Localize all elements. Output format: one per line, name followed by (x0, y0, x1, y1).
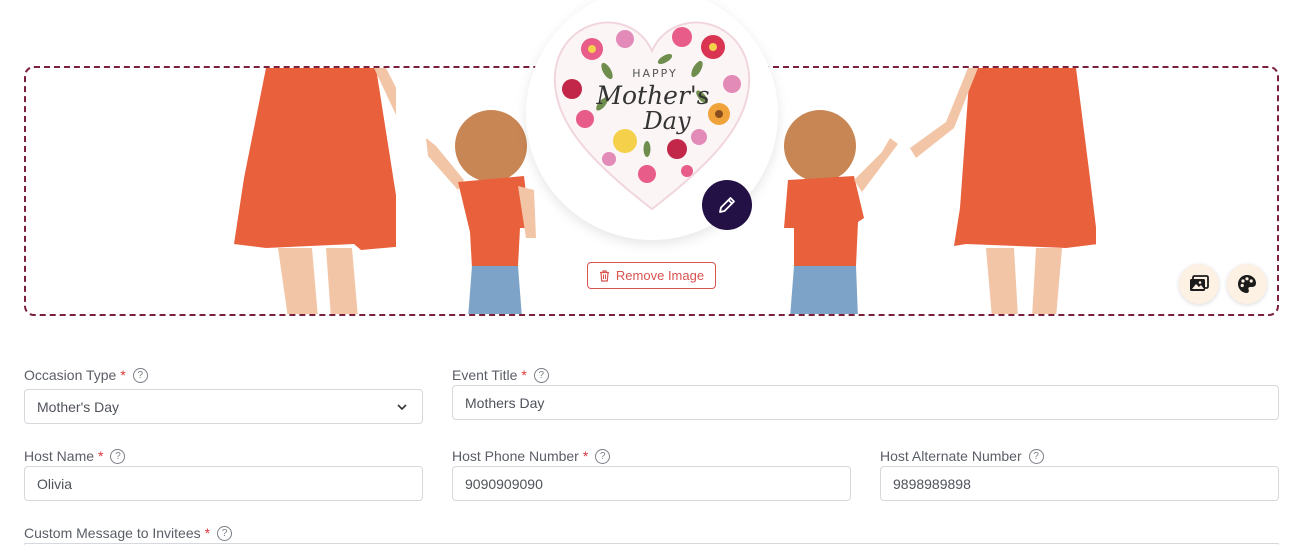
host-alternate-value: 9898989898 (893, 475, 971, 492)
remove-image-button[interactable]: Remove Image (587, 262, 716, 289)
required-marker: * (582, 448, 589, 464)
help-icon[interactable]: ? (533, 367, 549, 383)
custom-message-field: Custom Message to Invitees * ? (24, 524, 233, 542)
required-marker: * (120, 367, 126, 383)
event-title-field: Event Title * ? (452, 366, 549, 384)
host-phone-value: 9090909090 (465, 475, 543, 492)
change-cover-image-button[interactable] (1179, 264, 1219, 304)
help-icon[interactable]: ? (217, 525, 233, 541)
avatar-text-mothers: Mother's (595, 81, 709, 110)
host-phone-input[interactable]: 9090909090 (452, 466, 851, 501)
pencil-icon (719, 197, 735, 213)
child-illustration-left (426, 110, 536, 314)
host-name-label: Host Name (24, 448, 95, 464)
custom-message-label: Custom Message to Invitees (24, 525, 201, 541)
event-title-label: Event Title (452, 367, 518, 383)
occasion-type-field: Occasion Type * ? (24, 366, 148, 384)
event-title-input[interactable]: Mothers Day (452, 385, 1279, 420)
avatar-text-happy: HAPPY (632, 67, 678, 80)
required-marker: * (98, 448, 104, 464)
mother-illustration-left (234, 68, 396, 314)
required-marker: * (204, 525, 211, 541)
edit-avatar-button[interactable] (702, 180, 752, 230)
remove-image-label: Remove Image (615, 268, 705, 283)
change-theme-color-button[interactable] (1227, 264, 1267, 304)
host-phone-field: Host Phone Number * ? (452, 447, 611, 465)
palette-icon (1238, 275, 1256, 293)
host-alternate-field: Host Alternate Number ? (880, 447, 1044, 465)
host-name-input[interactable]: Olivia (24, 466, 423, 501)
event-title-value: Mothers Day (465, 394, 545, 411)
host-name-value: Olivia (37, 475, 73, 492)
help-icon[interactable]: ? (595, 448, 611, 464)
host-alternate-input[interactable]: 9898989898 (880, 466, 1279, 501)
occasion-type-label: Occasion Type (24, 367, 117, 383)
host-alternate-label: Host Alternate Number (880, 448, 1022, 464)
host-name-field: Host Name * ? (24, 447, 126, 465)
required-marker: * (521, 367, 527, 383)
child-illustration-right (784, 110, 898, 314)
mother-illustration-right (910, 68, 1096, 314)
chevron-down-icon (397, 404, 407, 411)
help-icon[interactable]: ? (1028, 448, 1044, 464)
host-phone-label: Host Phone Number (452, 448, 579, 464)
help-icon[interactable]: ? (110, 448, 126, 464)
occasion-type-value: Mother's Day (37, 398, 120, 415)
image-icon (1190, 275, 1209, 291)
occasion-type-select[interactable]: Mother's Day (24, 389, 423, 424)
help-icon[interactable]: ? (132, 367, 148, 383)
avatar-text-day: Day (642, 107, 691, 135)
trash-icon (599, 269, 609, 282)
